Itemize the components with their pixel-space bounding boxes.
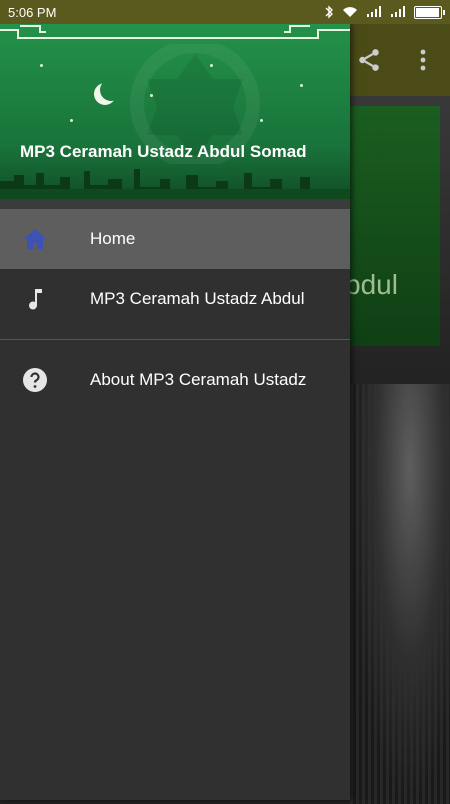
banner-title-fragment: bdul [345, 269, 398, 300]
ornament-border [0, 25, 350, 39]
city-skyline [0, 169, 350, 199]
crescent-moon-icon [100, 79, 122, 101]
header-divider [0, 199, 350, 209]
drawer-header-title: MP3 Ceramah Ustadz Abdul Somad [20, 142, 307, 161]
signal-icon-2 [391, 6, 405, 17]
banner-card [338, 106, 440, 346]
star-icon [150, 94, 153, 97]
signal-icon [367, 6, 381, 17]
status-time: 5:06 PM [8, 4, 57, 20]
menu-item-home[interactable]: Home [0, 209, 350, 269]
star-icon [300, 84, 303, 87]
menu-divider [0, 339, 350, 340]
menu-item-mp3-ceramah[interactable]: MP3 Ceramah Ustadz Abdul [0, 269, 350, 329]
menu-item-label: MP3 Ceramah Ustadz Abdul [90, 289, 305, 308]
battery-icon [414, 5, 445, 19]
music-note-icon [22, 286, 48, 312]
star-icon [40, 64, 43, 67]
status-icons [324, 5, 445, 19]
menu-item-label: About MP3 Ceramah Ustadz [90, 370, 307, 389]
star-icon [210, 64, 213, 67]
navigation-drawer: MP3 Ceramah Ustadz Abdul Somad Home MP3 … [0, 24, 350, 800]
home-icon [22, 226, 48, 252]
help-circle-icon [22, 367, 48, 393]
star-icon [70, 119, 73, 122]
menu-item-label: Home [90, 229, 136, 248]
drawer-header: MP3 Ceramah Ustadz Abdul Somad [0, 24, 350, 199]
storm-image [350, 384, 450, 804]
more-options-icon[interactable] [419, 48, 427, 72]
status-bar: 5:06 PM [0, 0, 450, 24]
wifi-icon [343, 7, 357, 17]
share-icon[interactable] [356, 47, 382, 73]
star-icon [260, 119, 263, 122]
bluetooth-icon [325, 5, 333, 19]
menu-item-about[interactable]: About MP3 Ceramah Ustadz [0, 350, 350, 410]
